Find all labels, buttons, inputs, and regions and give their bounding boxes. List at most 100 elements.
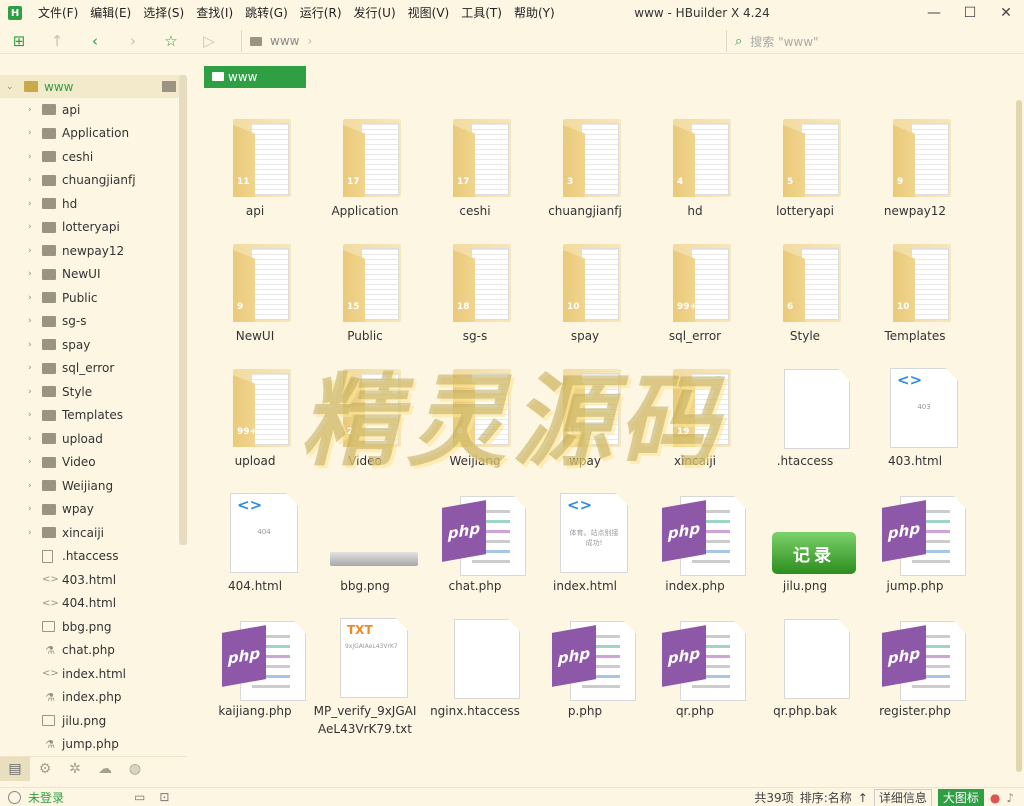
chevron-down-icon[interactable]: ⌄: [6, 82, 18, 92]
file-grid-item[interactable]: 18 sg-s: [420, 238, 530, 363]
tree-item[interactable]: › NewUI: [0, 263, 186, 287]
sidebar-scrollbar[interactable]: [179, 75, 187, 545]
file-grid-item[interactable]: qr.php.bak: [750, 613, 860, 738]
file-grid-item[interactable]: 9 newpay12: [860, 113, 970, 238]
chevron-right-icon[interactable]: ›: [28, 434, 40, 444]
chevron-right-icon[interactable]: ›: [28, 105, 40, 115]
back-arrow-icon[interactable]: ‹: [76, 32, 114, 50]
file-grid-item[interactable]: 记录 jilu.png: [750, 488, 860, 613]
tree-item[interactable]: › ceshi: [0, 145, 186, 169]
menu-edit[interactable]: 编辑(E): [84, 0, 137, 26]
cloud-icon[interactable]: ☁: [90, 761, 120, 777]
chevron-right-icon[interactable]: ›: [28, 481, 40, 491]
chevron-right-icon[interactable]: ›: [28, 293, 40, 303]
minimize-button[interactable]: —: [916, 0, 952, 26]
terminal-icon[interactable]: ⊡: [159, 790, 169, 804]
run-icon[interactable]: ▷: [190, 32, 228, 50]
tree-item[interactable]: <> 403.html: [0, 568, 186, 592]
tree-item[interactable]: › upload: [0, 427, 186, 451]
chevron-right-icon[interactable]: ›: [28, 222, 40, 232]
menu-help[interactable]: 帮助(Y): [508, 0, 561, 26]
file-grid-item[interactable]: 99+ upload: [200, 363, 310, 488]
menu-select[interactable]: 选择(S): [137, 0, 190, 26]
tree-root-www[interactable]: ⌄ www: [0, 75, 186, 98]
chevron-right-icon[interactable]: ›: [28, 504, 40, 514]
tree-item[interactable]: › Weijiang: [0, 474, 186, 498]
forward-arrow-icon[interactable]: ›: [114, 32, 152, 50]
file-grid-item[interactable]: php index.php: [640, 488, 750, 613]
menu-publish[interactable]: 发行(U): [348, 0, 402, 26]
feedback-icon[interactable]: ●: [990, 791, 1000, 805]
file-grid-item[interactable]: 10 spay: [530, 238, 640, 363]
search-input[interactable]: 搜索 "www": [750, 33, 818, 50]
chevron-right-icon[interactable]: ›: [28, 387, 40, 397]
menu-file[interactable]: 文件(F): [32, 0, 84, 26]
tree-item[interactable]: ⚗ jump.php: [0, 733, 186, 756]
file-grid-item[interactable]: php qr.php: [640, 613, 750, 738]
globe-icon[interactable]: ◍: [120, 761, 150, 777]
project-manager-icon[interactable]: ▤: [0, 756, 30, 781]
tree-item[interactable]: › chuangjianfj: [0, 169, 186, 193]
file-grid-item[interactable]: 9 NewUI: [200, 238, 310, 363]
file-grid-item[interactable]: <> 体育。站点别接成功! index.html: [530, 488, 640, 613]
file-grid-item[interactable]: TXT 9xJGAIAeL43VrK7 MP_verify_9xJGAIAeL43V…: [310, 613, 420, 738]
up-arrow-icon[interactable]: ↑: [38, 32, 76, 50]
file-grid-item[interactable]: 11 api: [200, 113, 310, 238]
tree-item[interactable]: › Public: [0, 286, 186, 310]
chevron-right-icon[interactable]: ›: [28, 457, 40, 467]
close-button[interactable]: ✕: [988, 0, 1024, 26]
file-grid-item[interactable]: php kaijiang.php: [200, 613, 310, 738]
tree-item[interactable]: › xincaiji: [0, 521, 186, 545]
file-grid-item[interactable]: 3 chuangjianfj: [530, 113, 640, 238]
new-file-icon[interactable]: ⊞: [0, 32, 38, 50]
tree-item[interactable]: ⚗ index.php: [0, 686, 186, 710]
tree-item[interactable]: .htaccess: [0, 545, 186, 569]
tree-item[interactable]: › Templates: [0, 404, 186, 428]
file-grid-item[interactable]: bbg.png: [310, 488, 420, 613]
file-grid-item[interactable]: 10 wpay: [530, 363, 640, 488]
tree-item[interactable]: › Style: [0, 380, 186, 404]
file-grid-item[interactable]: 5 lotteryapi: [750, 113, 860, 238]
file-grid-item[interactable]: 17 ceshi: [420, 113, 530, 238]
file-grid-item[interactable]: php register.php: [860, 613, 970, 738]
tree-item[interactable]: › lotteryapi: [0, 216, 186, 240]
maximize-button[interactable]: ☐: [952, 0, 988, 26]
current-folder-chip[interactable]: www: [204, 66, 306, 88]
tree-item[interactable]: › spay: [0, 333, 186, 357]
chevron-right-icon[interactable]: ›: [28, 528, 40, 538]
chevron-right-icon[interactable]: ›: [28, 175, 40, 185]
plugin-icon[interactable]: ⚙: [30, 761, 60, 777]
tree-item[interactable]: <> 404.html: [0, 592, 186, 616]
chevron-right-icon[interactable]: ›: [28, 246, 40, 256]
tree-item[interactable]: <> index.html: [0, 662, 186, 686]
tree-item[interactable]: › newpay12: [0, 239, 186, 263]
icon-view-button[interactable]: 大图标: [937, 788, 984, 806]
login-status[interactable]: 未登录: [0, 789, 64, 806]
star-icon[interactable]: ☆: [152, 32, 190, 50]
tree-item[interactable]: jilu.png: [0, 709, 186, 733]
file-grid-item[interactable]: 99+ sql_error: [640, 238, 750, 363]
sort-order[interactable]: 排序:名称: [800, 789, 852, 806]
file-grid-item[interactable]: 19 xincaiji: [640, 363, 750, 488]
file-grid-item[interactable]: 4 hd: [640, 113, 750, 238]
breadcrumb-item[interactable]: www: [270, 34, 299, 48]
main-scrollbar[interactable]: [1016, 100, 1022, 772]
file-grid-item[interactable]: 10 Templates: [860, 238, 970, 363]
file-grid-item[interactable]: 2 Video: [310, 363, 420, 488]
file-grid-item[interactable]: <> 404 404.html: [200, 488, 310, 613]
chevron-right-icon[interactable]: ›: [28, 128, 40, 138]
file-grid-item[interactable]: 4 Weijiang: [420, 363, 530, 488]
bug-icon[interactable]: ✲: [60, 761, 90, 777]
tree-item[interactable]: › sql_error: [0, 357, 186, 381]
file-grid-item[interactable]: .htaccess: [750, 363, 860, 488]
breadcrumb[interactable]: www ›: [241, 30, 721, 52]
tree-item[interactable]: › Application: [0, 122, 186, 146]
search-box[interactable]: ⌕ 搜索 "www": [726, 30, 1016, 52]
chevron-right-icon[interactable]: ›: [28, 152, 40, 162]
menu-tools[interactable]: 工具(T): [455, 0, 508, 26]
chevron-right-icon[interactable]: ›: [28, 316, 40, 326]
menu-find[interactable]: 查找(I): [190, 0, 239, 26]
tree-item[interactable]: › api: [0, 98, 186, 122]
tree-item[interactable]: › Video: [0, 451, 186, 475]
file-grid-item[interactable]: <> 403 403.html: [860, 363, 970, 488]
